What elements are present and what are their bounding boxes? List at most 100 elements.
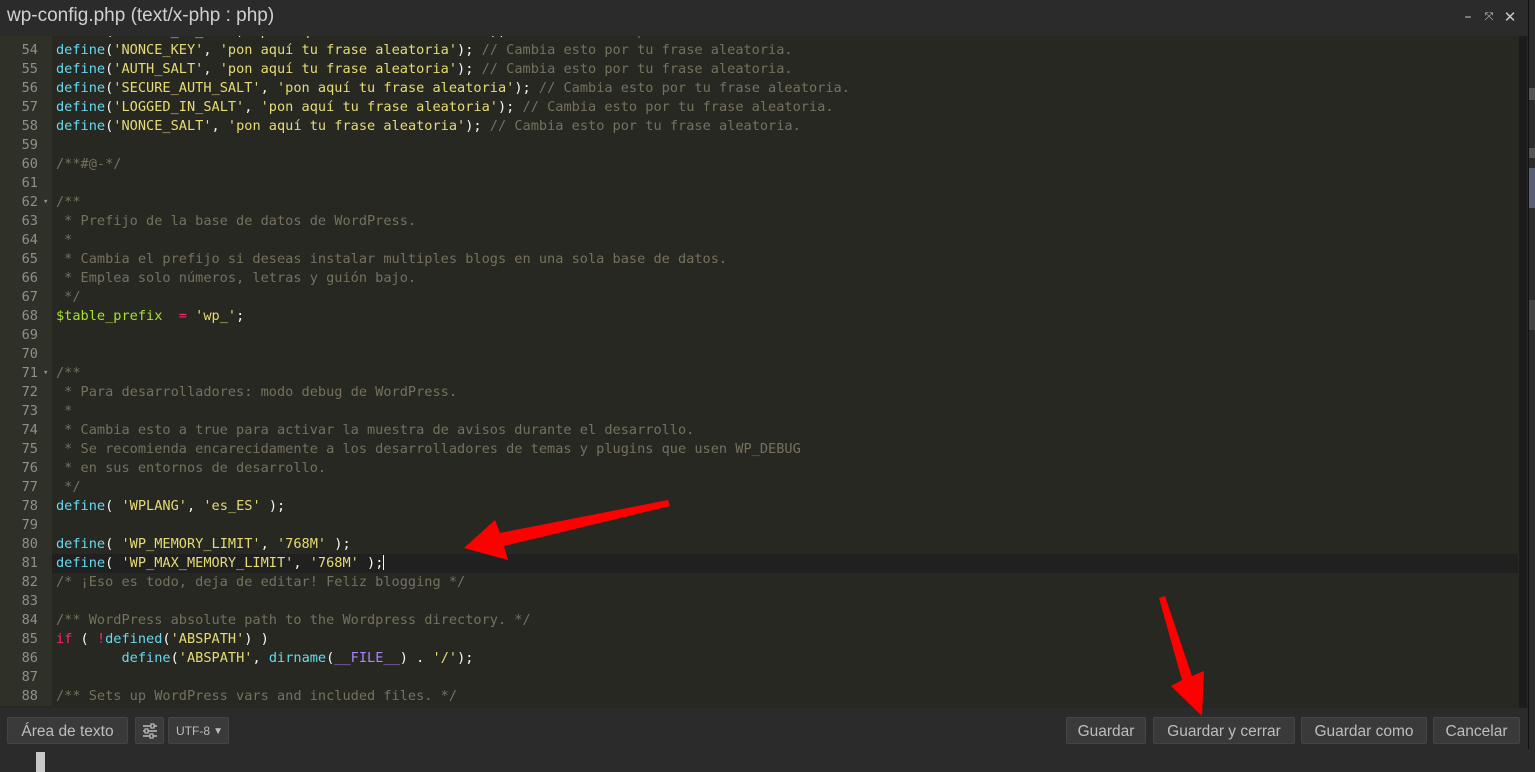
code-text: * Para desarrolladores: modo debug de Wo… bbox=[56, 384, 458, 400]
line-gutter: 81 bbox=[0, 554, 52, 573]
line-gutter: 76 bbox=[0, 459, 52, 478]
code-line[interactable]: 60 /**#@-*/ bbox=[0, 155, 1518, 174]
line-gutter: 74 bbox=[0, 421, 52, 440]
code-line[interactable]: 67 */ bbox=[0, 288, 1518, 307]
code-line[interactable]: 73 * bbox=[0, 402, 1518, 421]
line-gutter: 83 bbox=[0, 592, 52, 611]
line-number: 76 bbox=[21, 460, 38, 476]
code-editor[interactable]: 53define('LOGGED_IN_KEY', 'pon aquí tu f… bbox=[0, 36, 1518, 708]
code-line[interactable]: 65 * Cambia el prefijo si deseas instala… bbox=[0, 250, 1518, 269]
line-number: 77 bbox=[21, 479, 38, 495]
code-line[interactable]: 78 define( 'WPLANG', 'es_ES' ); bbox=[0, 497, 1518, 516]
line-gutter: 82 bbox=[0, 573, 52, 592]
line-number: 81 bbox=[21, 555, 38, 571]
close-icon[interactable]: ✕ bbox=[1501, 8, 1519, 26]
scrollbar-thumb[interactable] bbox=[1519, 36, 1527, 708]
save-button[interactable]: Guardar bbox=[1066, 717, 1146, 744]
code-line[interactable]: 84 /** WordPress absolute path to the Wor… bbox=[0, 611, 1518, 630]
line-gutter: 65 bbox=[0, 250, 52, 269]
code-line[interactable]: 55 define('AUTH_SALT', 'pon aquí tu frase… bbox=[0, 60, 1518, 79]
code-lines: 53define('LOGGED_IN_KEY', 'pon aquí tu f… bbox=[0, 36, 1518, 706]
line-number: 60 bbox=[21, 156, 38, 172]
line-gutter: 61 bbox=[0, 174, 52, 193]
code-line[interactable]: 69 bbox=[0, 326, 1518, 345]
line-gutter: 86 bbox=[0, 649, 52, 668]
code-text: /* ¡Eso es todo, deja de editar! Feliz b… bbox=[56, 574, 466, 590]
code-line[interactable]: 81 define( 'WP_MAX_MEMORY_LIMIT', '768M' … bbox=[0, 554, 1518, 573]
code-line[interactable]: 77 */ bbox=[0, 478, 1518, 497]
code-text: /** bbox=[56, 365, 81, 381]
cancel-button[interactable]: Cancelar bbox=[1433, 717, 1520, 744]
code-line[interactable]: 68 $table_prefix = 'wp_'; bbox=[0, 307, 1518, 326]
line-number: 64 bbox=[21, 232, 38, 248]
code-line[interactable]: 80 define( 'WP_MEMORY_LIMIT', '768M' ); bbox=[0, 535, 1518, 554]
fold-chevron-icon[interactable]: ▾ bbox=[43, 364, 48, 383]
code-line[interactable]: 82 /* ¡Eso es todo, deja de editar! Feliz… bbox=[0, 573, 1518, 592]
minimize-icon[interactable]: – bbox=[1459, 8, 1477, 26]
code-line[interactable]: 61 bbox=[0, 174, 1518, 193]
code-line[interactable]: 75 * Se recomienda encarecidamente a los… bbox=[0, 440, 1518, 459]
line-number: 74 bbox=[21, 422, 38, 438]
code-text: define( 'WP_MEMORY_LIMIT', '768M' ); bbox=[56, 536, 351, 552]
code-line[interactable]: 86 define('ABSPATH', dirname(__FILE__) .… bbox=[0, 649, 1518, 668]
line-gutter: 64 bbox=[0, 231, 52, 250]
code-text: /** Sets up WordPress vars and included … bbox=[56, 688, 458, 704]
title-bar: wp-config.php (text/x-php : php) – ⤧ ✕ bbox=[0, 0, 1528, 36]
line-number: 79 bbox=[21, 517, 38, 533]
line-number: 54 bbox=[21, 42, 38, 58]
code-line[interactable]: 87 bbox=[0, 668, 1518, 687]
line-number: 70 bbox=[21, 346, 38, 362]
code-text: * en sus entornos de desarrollo. bbox=[56, 460, 327, 476]
code-line[interactable]: 62 ▾ /** bbox=[0, 193, 1518, 212]
code-line[interactable]: 63 * Prefijo de la base de datos de Word… bbox=[0, 212, 1518, 231]
code-text: /**#@-*/ bbox=[56, 156, 122, 172]
line-gutter: 79 bbox=[0, 516, 52, 535]
code-line[interactable]: 79 bbox=[0, 516, 1518, 535]
line-number: 78 bbox=[21, 498, 38, 514]
code-text: define( 'WP_MAX_MEMORY_LIMIT', '768M' ); bbox=[56, 555, 385, 571]
line-number: 87 bbox=[21, 669, 38, 685]
code-line[interactable]: 72 * Para desarrolladores: modo debug de… bbox=[0, 383, 1518, 402]
settings-button[interactable] bbox=[135, 717, 164, 744]
code-text: define('NONCE_SALT', 'pon aquí tu frase … bbox=[56, 118, 801, 134]
code-line[interactable]: 64 * bbox=[0, 231, 1518, 250]
textarea-toggle-button[interactable]: Área de texto bbox=[7, 717, 128, 744]
encoding-select[interactable]: UTF-8 ▼ bbox=[168, 717, 229, 744]
line-gutter: 87 bbox=[0, 668, 52, 687]
line-gutter: 71 ▾ bbox=[0, 364, 52, 383]
vertical-scrollbar[interactable] bbox=[1518, 36, 1528, 708]
line-number: 57 bbox=[21, 99, 38, 115]
code-line[interactable]: 85 if ( !defined('ABSPATH') ) bbox=[0, 630, 1518, 649]
line-gutter: 54 bbox=[0, 41, 52, 60]
line-number: 59 bbox=[21, 137, 38, 153]
save-as-button[interactable]: Guardar como bbox=[1301, 717, 1427, 744]
fold-chevron-icon[interactable]: ▾ bbox=[43, 193, 48, 212]
line-gutter: 88 bbox=[0, 687, 52, 706]
code-line[interactable]: 57 define('LOGGED_IN_SALT', 'pon aquí tu … bbox=[0, 98, 1518, 117]
line-number: 80 bbox=[21, 536, 38, 552]
line-gutter: 72 bbox=[0, 383, 52, 402]
code-text: * Prefijo de la base de datos de WordPre… bbox=[56, 213, 417, 229]
maximize-icon[interactable]: ⤧ bbox=[1480, 8, 1498, 26]
code-line[interactable]: 88 /** Sets up WordPress vars and include… bbox=[0, 687, 1518, 706]
line-number: 63 bbox=[21, 213, 38, 229]
dialog-footer: Área de texto UTF-8 ▼ Guardar Guardar y … bbox=[0, 708, 1528, 749]
save-and-close-button[interactable]: Guardar y cerrar bbox=[1153, 717, 1295, 744]
code-text: define('NONCE_KEY', 'pon aquí tu frase a… bbox=[56, 42, 793, 58]
line-number: 84 bbox=[21, 612, 38, 628]
line-gutter: 68 bbox=[0, 307, 52, 326]
code-line[interactable]: 59 bbox=[0, 136, 1518, 155]
code-text: * Emplea solo números, letras y guión ba… bbox=[56, 270, 417, 286]
code-line[interactable]: 58 define('NONCE_SALT', 'pon aquí tu fras… bbox=[0, 117, 1518, 136]
code-line[interactable]: 76 * en sus entornos de desarrollo. bbox=[0, 459, 1518, 478]
code-line[interactable]: 54 define('NONCE_KEY', 'pon aquí tu frase… bbox=[0, 41, 1518, 60]
code-line[interactable]: 71 ▾ /** bbox=[0, 364, 1518, 383]
line-number: 66 bbox=[21, 270, 38, 286]
code-line[interactable]: 66 * Emplea solo números, letras y guión… bbox=[0, 269, 1518, 288]
code-line[interactable]: 83 bbox=[0, 592, 1518, 611]
code-line[interactable]: 56 define('SECURE_AUTH_SALT', 'pon aquí t… bbox=[0, 79, 1518, 98]
encoding-value: UTF-8 bbox=[176, 724, 210, 738]
code-line[interactable]: 70 bbox=[0, 345, 1518, 364]
code-line[interactable]: 74 * Cambia esto a true para activar la … bbox=[0, 421, 1518, 440]
code-text: * Se recomienda encarecidamente a los de… bbox=[56, 441, 801, 457]
